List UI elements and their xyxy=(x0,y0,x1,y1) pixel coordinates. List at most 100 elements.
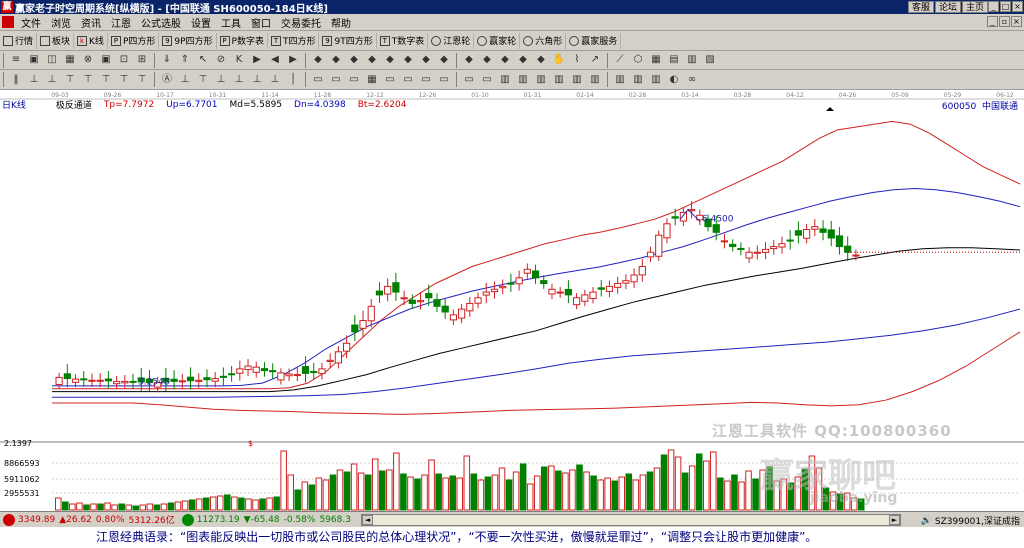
tool-icon[interactable]: ◆ xyxy=(498,53,512,67)
tool-icon[interactable]: ▭ xyxy=(480,73,494,87)
tool-icon[interactable]: ⟋ xyxy=(613,53,627,67)
tool-icon[interactable]: ⊥ xyxy=(214,73,228,87)
tool-icon[interactable]: ▦ xyxy=(649,53,663,67)
tool-icon[interactable]: ▤ xyxy=(667,53,681,67)
tool-icon[interactable]: ⊥ xyxy=(250,73,264,87)
tool-icon[interactable]: K xyxy=(232,53,246,67)
tool-icon[interactable]: ⊗ xyxy=(81,53,95,67)
tool-icon[interactable]: ◫ xyxy=(45,53,59,67)
btn-quotes[interactable]: 行情 xyxy=(0,32,38,49)
tool-icon[interactable]: ⬡ xyxy=(631,53,645,67)
tool-icon[interactable]: ◆ xyxy=(329,53,343,67)
tool-icon[interactable]: ◀ xyxy=(268,53,282,67)
child-restore-icon[interactable]: ▫ xyxy=(999,16,1010,27)
tool-icon[interactable]: ↖ xyxy=(196,53,210,67)
sound-icon[interactable]: 🔊 xyxy=(921,516,932,526)
tool-icon[interactable]: ▥ xyxy=(534,73,548,87)
maximize-icon[interactable]: □ xyxy=(1000,1,1011,12)
tool-icon[interactable]: ‖ xyxy=(9,73,23,87)
tool-icon[interactable]: ⊤ xyxy=(99,73,113,87)
tool-icon[interactable]: ↗ xyxy=(588,53,602,67)
btn-kline[interactable]: k K线 xyxy=(74,32,108,49)
btn-p-table[interactable]: P P数字表 xyxy=(217,32,268,49)
menu-file[interactable]: 文件 xyxy=(16,15,46,30)
child-minimize-icon[interactable]: _ xyxy=(987,16,998,27)
btn-9t-square[interactable]: 9 9T四方形 xyxy=(319,32,377,49)
tool-icon[interactable]: ⊤ xyxy=(117,73,131,87)
tool-icon[interactable]: ▭ xyxy=(419,73,433,87)
tool-icon[interactable]: ◆ xyxy=(383,53,397,67)
tool-icon[interactable]: ◆ xyxy=(311,53,325,67)
tool-icon[interactable]: ▥ xyxy=(516,73,530,87)
tool-icon[interactable]: ◆ xyxy=(437,53,451,67)
tool-icon[interactable]: ▧ xyxy=(703,53,717,67)
menu-help[interactable]: 帮助 xyxy=(326,15,356,30)
tool-icon[interactable]: ◆ xyxy=(516,53,530,67)
tool-icon[interactable]: ⊥ xyxy=(178,73,192,87)
tool-icon[interactable]: ◆ xyxy=(401,53,415,67)
tool-icon[interactable]: ⊤ xyxy=(81,73,95,87)
tool-icon[interactable]: ▥ xyxy=(631,73,645,87)
tool-icon[interactable]: ◆ xyxy=(462,53,476,67)
tool-icon[interactable]: ⊥ xyxy=(268,73,282,87)
btn-hexagon[interactable]: 六角形 xyxy=(520,32,567,49)
minimize-icon[interactable]: _ xyxy=(988,1,999,12)
tool-icon[interactable]: Ⓐ xyxy=(160,73,174,87)
tool-icon[interactable]: ◆ xyxy=(480,53,494,67)
btn-t-square[interactable]: T T四方形 xyxy=(268,32,320,49)
tool-icon[interactable]: ▦ xyxy=(63,53,77,67)
tool-icon[interactable]: ⇑ xyxy=(178,53,192,67)
link-support[interactable]: 客服 xyxy=(907,1,934,13)
tool-icon[interactable]: ▭ xyxy=(311,73,325,87)
tool-icon[interactable]: ▶ xyxy=(286,53,300,67)
tool-icon[interactable]: ⊥ xyxy=(45,73,59,87)
tool-icon[interactable]: ⊤ xyxy=(196,73,210,87)
tool-icon[interactable]: ◆ xyxy=(419,53,433,67)
tool-icon[interactable]: ⌇ xyxy=(570,53,584,67)
btn-p-square[interactable]: P P四方形 xyxy=(108,32,160,49)
menu-tools[interactable]: 工具 xyxy=(216,15,246,30)
tool-icon[interactable]: ◆ xyxy=(365,53,379,67)
menu-formula[interactable]: 公式选股 xyxy=(136,15,186,30)
menu-trade[interactable]: 交易委托 xyxy=(276,15,326,30)
tool-icon[interactable]: ▥ xyxy=(570,73,584,87)
tool-icon[interactable]: ▣ xyxy=(99,53,113,67)
tool-icon[interactable]: ◆ xyxy=(534,53,548,67)
tool-icon[interactable]: ▥ xyxy=(552,73,566,87)
btn-service[interactable]: 赢家服务 xyxy=(566,32,622,49)
scroll-right-icon[interactable]: ► xyxy=(888,514,900,525)
link-home[interactable]: 主页 xyxy=(961,1,988,13)
menu-window[interactable]: 窗口 xyxy=(246,15,276,30)
menu-news[interactable]: 资讯 xyxy=(76,15,106,30)
tool-icon[interactable]: ⊡ xyxy=(117,53,131,67)
close-icon[interactable]: × xyxy=(1012,1,1023,12)
tool-icon[interactable]: ▣ xyxy=(27,53,41,67)
menu-browse[interactable]: 浏览 xyxy=(46,15,76,30)
tool-icon[interactable]: ▭ xyxy=(437,73,451,87)
tool-icon[interactable]: ⇓ xyxy=(160,53,174,67)
tool-icon[interactable]: ⊞ xyxy=(135,53,149,67)
tool-icon[interactable]: ▥ xyxy=(613,73,627,87)
tool-icon[interactable]: ▥ xyxy=(685,53,699,67)
tool-icon[interactable]: ▭ xyxy=(401,73,415,87)
tool-icon[interactable]: ◐ xyxy=(667,73,681,87)
tool-icon[interactable]: ⊤ xyxy=(135,73,149,87)
tool-icon[interactable]: ⊥ xyxy=(27,73,41,87)
btn-9p-square[interactable]: 9 9P四方形 xyxy=(159,32,217,49)
tool-icon[interactable]: ▭ xyxy=(329,73,343,87)
tool-icon[interactable]: ▥ xyxy=(649,73,663,87)
tool-icon[interactable]: ▶ xyxy=(250,53,264,67)
tool-icon[interactable]: ✋ xyxy=(552,53,566,67)
child-close-icon[interactable]: × xyxy=(1011,16,1022,27)
tool-icon[interactable]: ▭ xyxy=(383,73,397,87)
tool-icon[interactable]: ▭ xyxy=(347,73,361,87)
tool-icon[interactable]: │ xyxy=(286,73,300,87)
btn-gann-wheel[interactable]: 江恩轮 xyxy=(428,32,475,49)
btn-t-table[interactable]: T T数字表 xyxy=(377,32,429,49)
btn-sectors[interactable]: 板块 xyxy=(37,32,75,49)
link-forum[interactable]: 论坛 xyxy=(934,1,961,13)
tool-icon[interactable]: ∞ xyxy=(685,73,699,87)
tool-icon[interactable]: ▦ xyxy=(365,73,379,87)
tool-icon[interactable]: ▥ xyxy=(588,73,602,87)
tool-icon[interactable]: ▭ xyxy=(462,73,476,87)
